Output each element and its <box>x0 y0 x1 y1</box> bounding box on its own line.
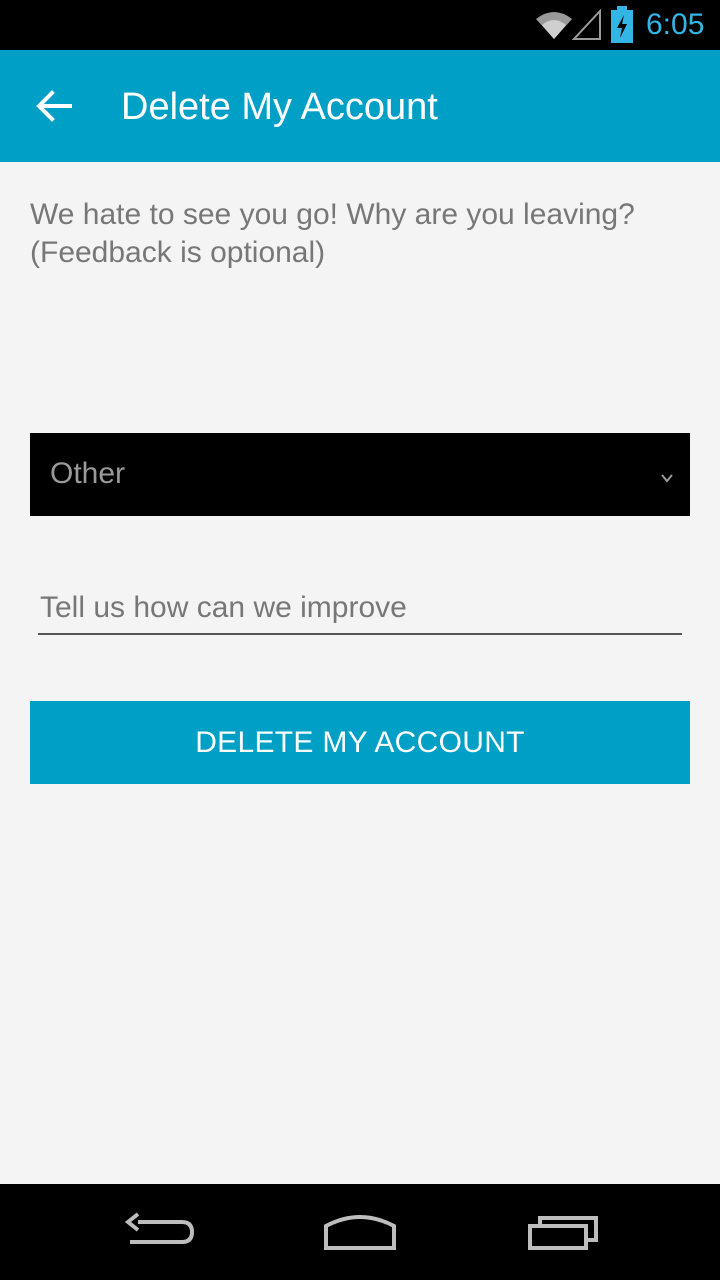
navigation-bar <box>0 1184 720 1280</box>
page-title: Delete My Account <box>121 86 438 128</box>
intro-text: We hate to see you go! Why are you leavi… <box>30 196 690 272</box>
arrow-left-icon[interactable] <box>32 84 76 128</box>
intro-line-1: We hate to see you go! Why are you leavi… <box>30 198 635 231</box>
reason-selected-value: Other <box>50 457 126 490</box>
status-bar: 6:05 <box>0 0 720 50</box>
chevron-down-icon <box>661 474 673 483</box>
feedback-input[interactable] <box>38 583 682 635</box>
wifi-icon <box>536 12 572 39</box>
signal-icon <box>572 9 601 40</box>
back-icon[interactable] <box>120 1208 200 1256</box>
home-icon[interactable] <box>320 1208 400 1256</box>
delete-account-button[interactable]: DELETE MY ACCOUNT <box>30 701 690 784</box>
status-time: 6:05 <box>646 8 705 41</box>
recent-apps-icon[interactable] <box>522 1208 602 1256</box>
intro-line-2: (Feedback is optional) <box>30 236 326 269</box>
app-bar: Delete My Account <box>0 50 720 162</box>
battery-charging-icon <box>611 6 633 43</box>
reason-dropdown[interactable]: Other <box>30 433 690 516</box>
